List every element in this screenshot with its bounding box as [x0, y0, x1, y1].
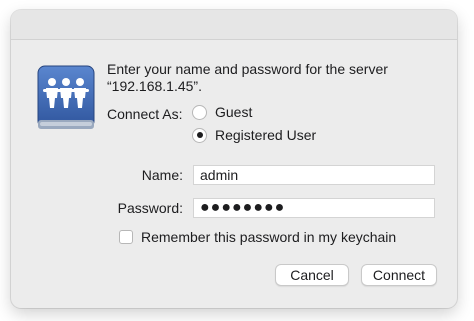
connect-to-server-dialog: Enter your name and password for the ser…	[11, 10, 457, 308]
radio-button[interactable]	[192, 104, 207, 120]
radio-registered-user[interactable]: Registered User	[192, 127, 316, 143]
radio-registered-user-label: Registered User	[215, 127, 317, 143]
remember-password-checkbox[interactable]: Remember this password in my keychain	[119, 229, 396, 245]
connect-button[interactable]: Connect	[361, 264, 437, 286]
radio-guest[interactable]: Guest	[192, 104, 252, 120]
password-label: Password:	[117, 200, 183, 216]
radio-button-selected[interactable]	[192, 127, 207, 143]
password-field[interactable]	[193, 198, 435, 218]
connect-as-label: Connect As:	[107, 106, 183, 122]
title-bar[interactable]	[11, 10, 457, 40]
remember-password-label: Remember this password in my keychain	[141, 229, 397, 245]
shared-server-icon	[35, 64, 97, 134]
prompt-message: Enter your name and password for the ser…	[107, 61, 388, 94]
radio-dot	[196, 132, 203, 138]
name-field[interactable]	[193, 165, 435, 185]
radio-guest-label: Guest	[215, 104, 253, 120]
checkbox[interactable]	[119, 230, 133, 244]
cancel-button[interactable]: Cancel	[275, 264, 349, 286]
name-label: Name:	[141, 167, 183, 183]
